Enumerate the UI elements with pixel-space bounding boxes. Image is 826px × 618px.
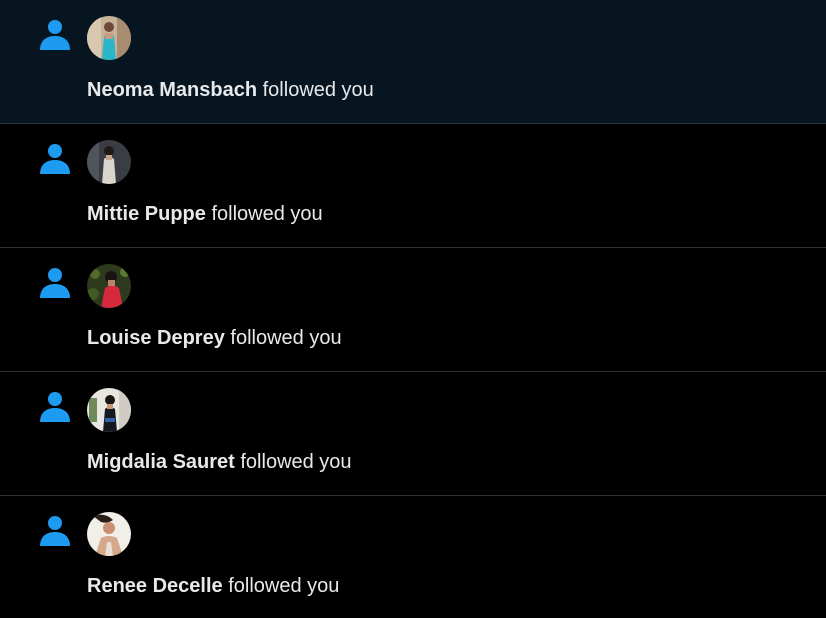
avatar[interactable] [87,16,131,60]
notification-action: followed you [211,203,323,225]
person-icon [40,392,70,422]
follower-name[interactable]: Migdalia Sauret [87,451,235,473]
follower-name[interactable]: Neoma Mansbach [87,79,257,101]
avatar[interactable] [87,140,131,184]
notification-item[interactable]: Renee Decelle followed you [0,496,826,618]
notification-item[interactable]: Neoma Mansbach followed you [0,0,826,124]
person-icon [40,268,70,298]
person-icon [40,20,70,50]
avatar[interactable] [87,388,131,432]
notification-text: Mittie Puppe followed you [87,202,323,226]
notification-action: followed you [262,79,374,101]
person-icon [40,516,70,546]
follower-name[interactable]: Mittie Puppe [87,203,206,225]
follower-name[interactable]: Renee Decelle [87,575,223,597]
avatar[interactable] [87,512,131,556]
notification-action: followed you [230,327,342,349]
notification-item[interactable]: Migdalia Sauret followed you [0,372,826,496]
notification-text: Neoma Mansbach followed you [87,78,374,102]
notification-action: followed you [240,451,352,473]
notification-text: Migdalia Sauret followed you [87,450,352,474]
notification-item[interactable]: Louise Deprey followed you [0,248,826,372]
notification-item[interactable]: Mittie Puppe followed you [0,124,826,248]
avatar[interactable] [87,264,131,308]
person-icon [40,144,70,174]
notification-text: Louise Deprey followed you [87,326,342,350]
follower-name[interactable]: Louise Deprey [87,327,225,349]
notification-text: Renee Decelle followed you [87,574,339,598]
notifications-feed: Neoma Mansbach followed you Mittie Puppe… [0,0,826,618]
notification-action: followed you [228,575,340,597]
